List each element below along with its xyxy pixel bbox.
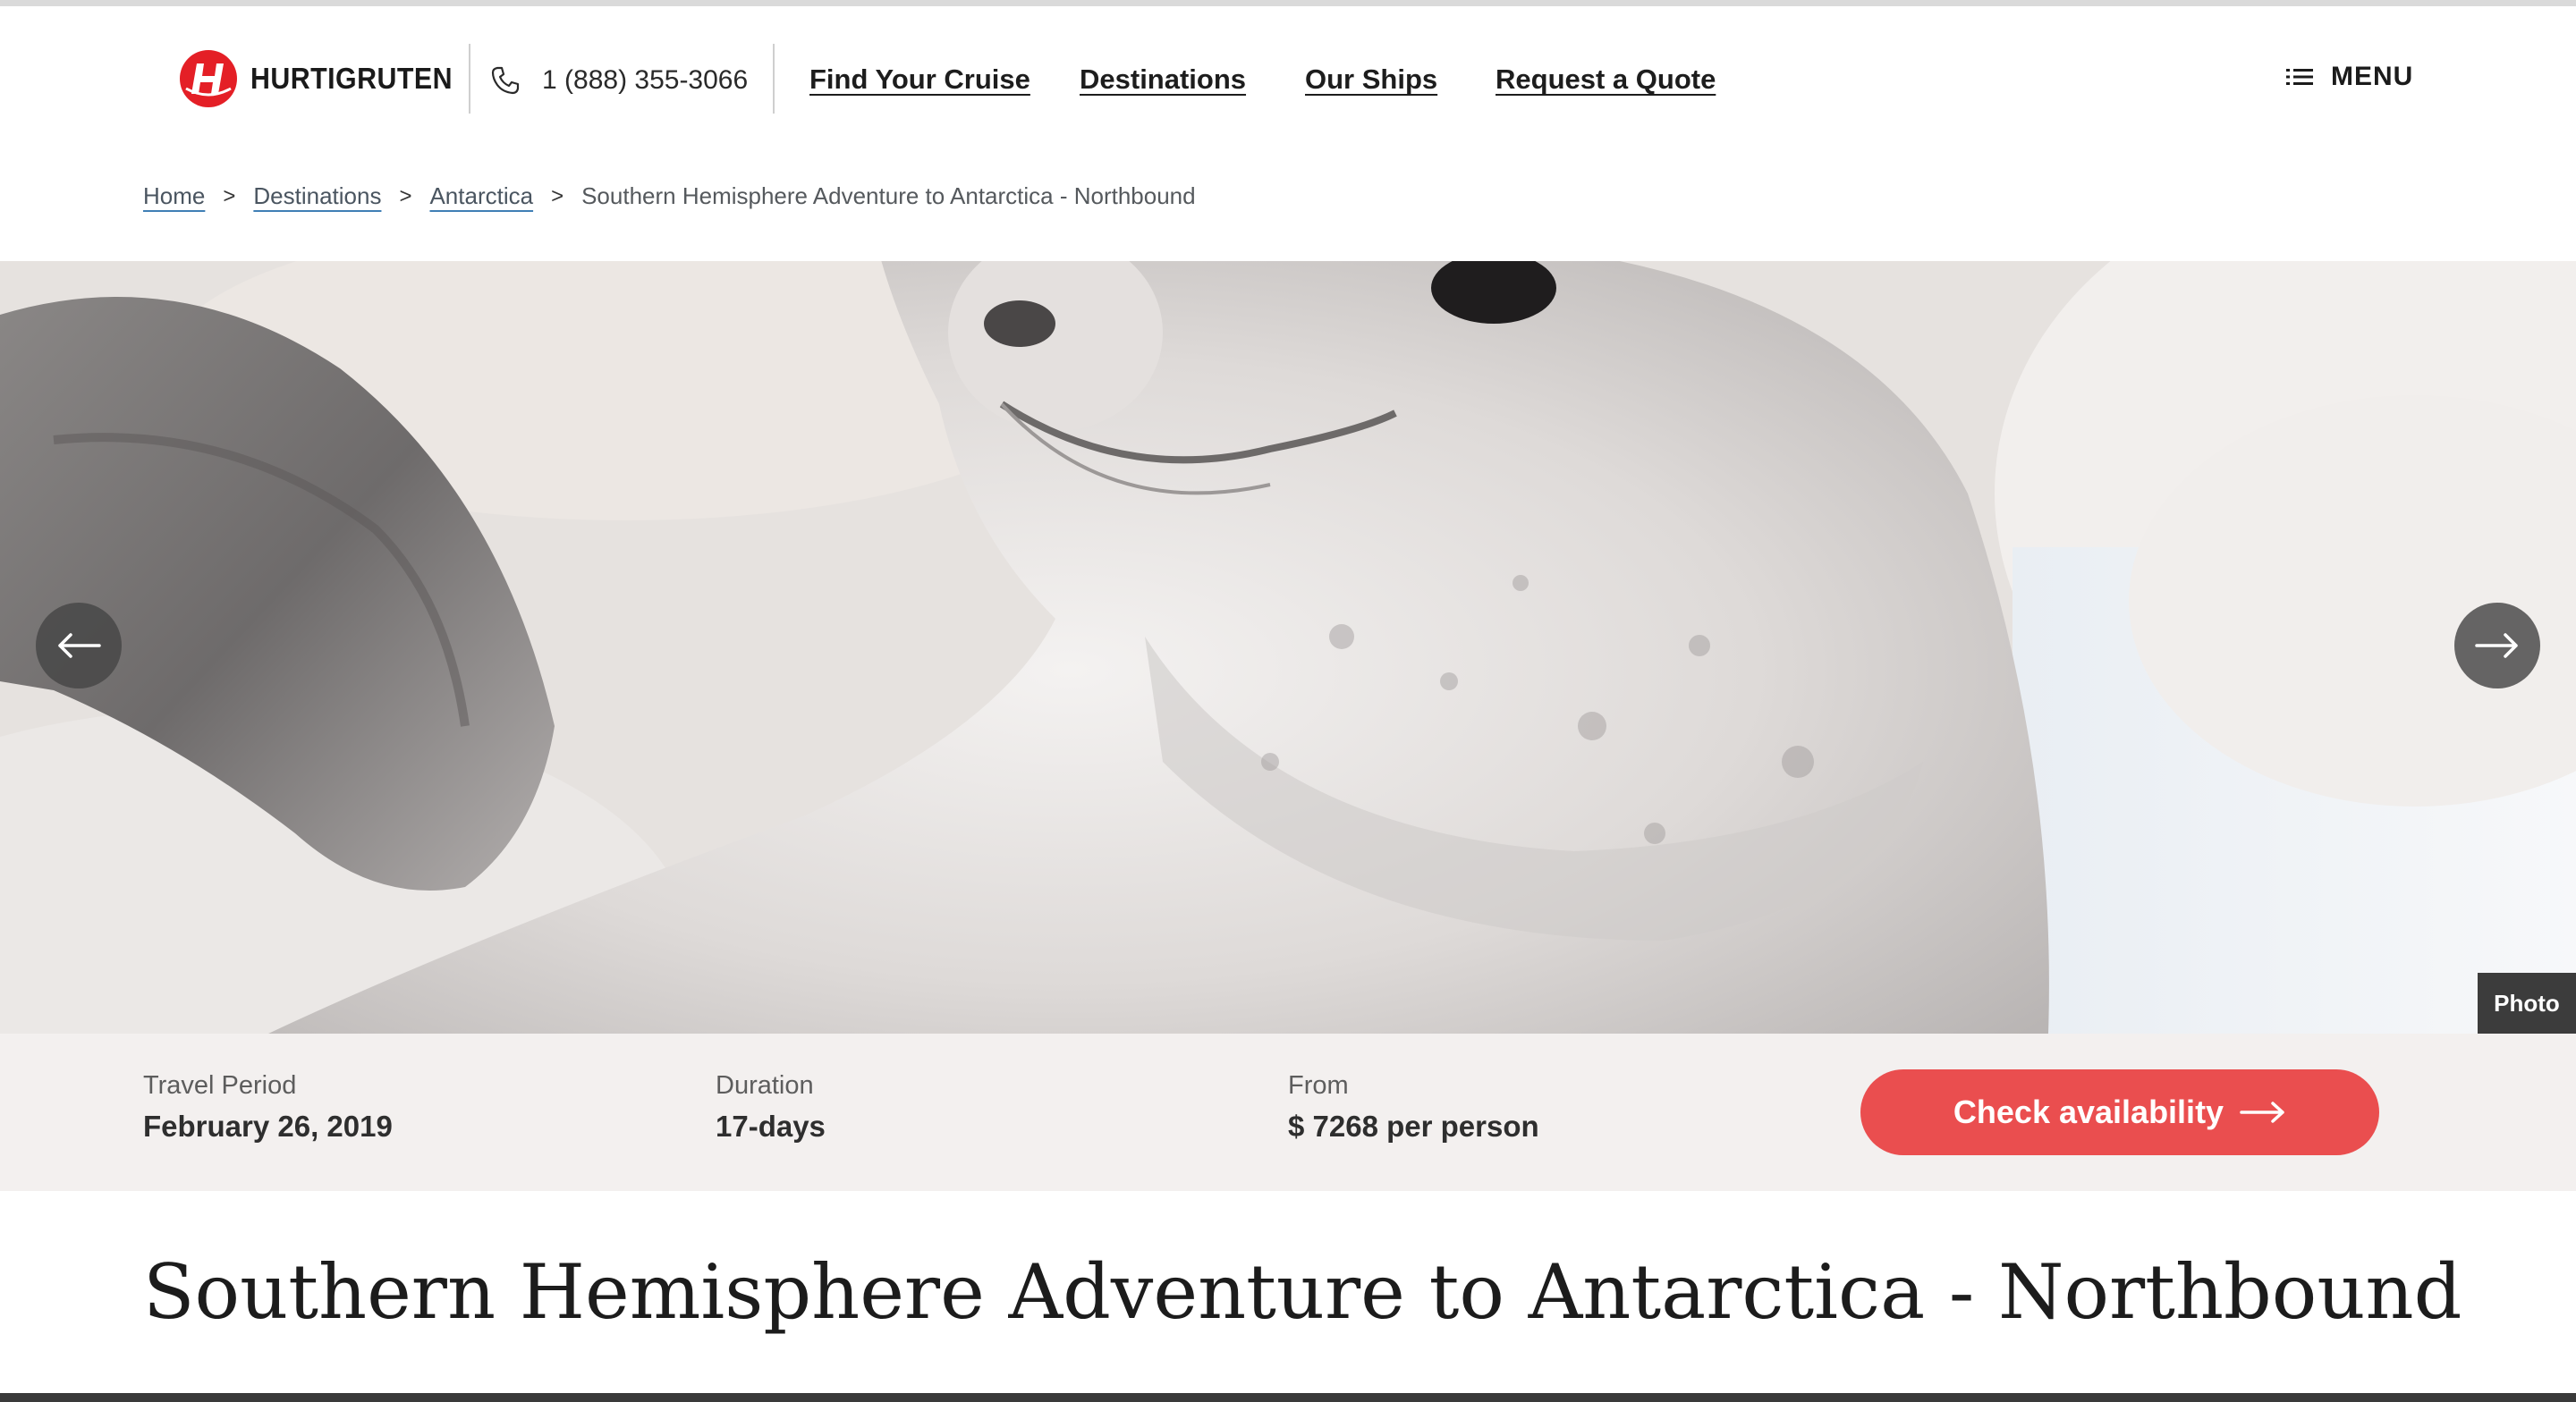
carousel-prev-button[interactable]: [36, 603, 122, 688]
phone-link[interactable]: 1 (888) 355-3066: [490, 65, 748, 96]
duration-label: Duration: [716, 1071, 814, 1100]
brand-name: HURTIGRUTEN: [250, 62, 453, 95]
hurtigruten-logo-icon: [180, 50, 237, 107]
nav-request-a-quote[interactable]: Request a Quote: [1496, 63, 1716, 96]
carousel-next-button[interactable]: [2454, 603, 2540, 688]
breadcrumb-current: Southern Hemisphere Adventure to Antarct…: [581, 182, 1196, 209]
price: From $ 7268 per person: [1288, 1071, 1539, 1144]
arrow-right-icon: [2475, 633, 2518, 658]
page-bottom-edge: [0, 1393, 2576, 1402]
browser-top-edge: [0, 0, 2576, 6]
breadcrumb-home[interactable]: Home: [143, 182, 205, 210]
breadcrumb-separator: >: [551, 183, 564, 208]
travel-period: Travel Period February 26, 2019: [143, 1071, 393, 1144]
phone-icon: [491, 66, 520, 95]
page-title: Southern Hemisphere Adventure to Antarct…: [143, 1248, 2462, 1336]
hero-seal-image: [0, 261, 2576, 1034]
menu-label: MENU: [2331, 62, 2414, 91]
breadcrumb-separator: >: [399, 183, 412, 208]
check-availability-label: Check availability: [1953, 1094, 2224, 1130]
arrow-left-icon: [58, 633, 101, 658]
header-divider: [773, 44, 775, 114]
menu-button[interactable]: MENU: [2286, 62, 2413, 92]
phone-number: 1 (888) 355-3066: [542, 65, 749, 95]
breadcrumb-separator: >: [223, 183, 236, 208]
breadcrumb: Home > Destinations > Antarctica > South…: [143, 182, 1196, 210]
duration-value: 17-days: [716, 1110, 826, 1143]
brand-logo[interactable]: HURTIGRUTEN: [179, 49, 470, 108]
check-availability-button[interactable]: Check availability: [1860, 1069, 2379, 1155]
nav-find-your-cruise[interactable]: Find Your Cruise: [809, 63, 1030, 96]
hero-carousel: Photo: [0, 261, 2576, 1034]
site-header: HURTIGRUTEN 1 (888) 355-3066 Find Your C…: [0, 6, 2576, 149]
breadcrumb-antarctica[interactable]: Antarctica: [429, 182, 533, 210]
nav-our-ships[interactable]: Our Ships: [1305, 63, 1437, 96]
trip-info-bar: Travel Period February 26, 2019 Duration…: [0, 1034, 2576, 1191]
price-value: $ 7268 per person: [1288, 1110, 1539, 1143]
header-divider: [469, 44, 470, 114]
travel-period-label: Travel Period: [143, 1071, 297, 1100]
duration: Duration 17-days: [716, 1071, 826, 1144]
breadcrumb-destinations[interactable]: Destinations: [253, 182, 381, 210]
list-menu-icon: [2286, 69, 2313, 85]
price-label: From: [1288, 1071, 1349, 1100]
photo-credit-button[interactable]: Photo: [2478, 973, 2576, 1034]
arrow-right-icon: [2240, 1102, 2284, 1123]
travel-period-value: February 26, 2019: [143, 1110, 393, 1143]
nav-destinations[interactable]: Destinations: [1080, 63, 1246, 96]
